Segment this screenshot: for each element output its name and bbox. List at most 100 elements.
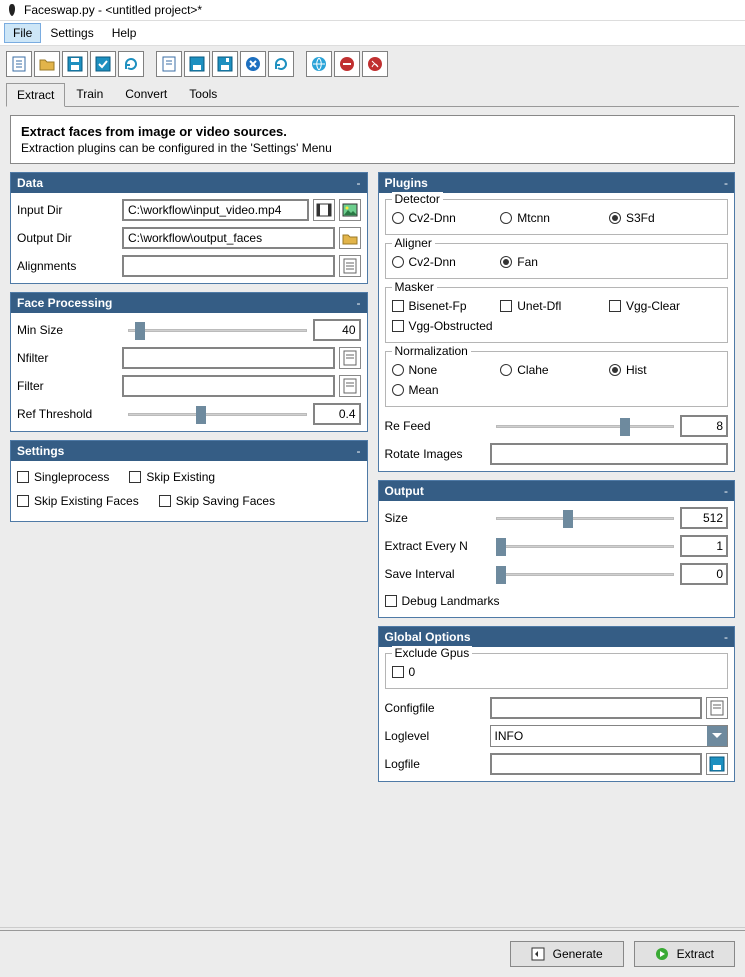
radio-detector-s3fd[interactable]: S3Fd	[609, 208, 718, 228]
input-dir-image-icon[interactable]	[339, 199, 361, 221]
panel-face-processing: Face Processing- Min Size Nfilter	[10, 292, 368, 432]
radio-norm-mean[interactable]: Mean	[392, 380, 501, 400]
tab-content: Extract faces from image or video source…	[6, 106, 739, 927]
radio-norm-hist[interactable]: Hist	[609, 360, 718, 380]
panel-plugins-title: Plugins	[385, 176, 428, 190]
collapse-icon[interactable]: -	[357, 296, 361, 310]
toolbar-record-icon[interactable]	[334, 51, 360, 77]
toolbar-saveall-icon[interactable]	[90, 51, 116, 77]
loglevel-label: Loglevel	[385, 729, 490, 743]
tab-extract[interactable]: Extract	[6, 83, 65, 107]
radio-aligner-fan[interactable]: Fan	[500, 252, 609, 272]
toolbar-new-icon[interactable]	[6, 51, 32, 77]
panel-settings-title: Settings	[17, 444, 64, 458]
toolbar-open-icon[interactable]	[34, 51, 60, 77]
min-size-value[interactable]	[313, 319, 361, 341]
collapse-icon[interactable]: -	[357, 444, 361, 458]
toolbar-globe-icon[interactable]	[306, 51, 332, 77]
description-heading: Extract faces from image or video source…	[21, 124, 724, 139]
toolbar-close-icon[interactable]	[240, 51, 266, 77]
refeed-label: Re Feed	[385, 419, 490, 433]
check-masker-vggobs[interactable]: Vgg-Obstructed	[392, 316, 557, 336]
extract-button[interactable]: Extract	[634, 941, 735, 967]
size-slider[interactable]	[496, 508, 675, 528]
radio-norm-none[interactable]: None	[392, 360, 501, 380]
output-dir-browse-icon[interactable]	[339, 227, 361, 249]
size-value[interactable]	[680, 507, 728, 529]
save-interval-value[interactable]	[680, 563, 728, 585]
configfile-label: Configfile	[385, 701, 490, 715]
ref-threshold-slider[interactable]	[128, 404, 307, 424]
ref-threshold-label: Ref Threshold	[17, 407, 122, 421]
toolbar-refresh2-icon[interactable]	[268, 51, 294, 77]
fieldset-detector: Detector Cv2-Dnn Mtcnn S3Fd	[385, 199, 729, 235]
extract-every-value[interactable]	[680, 535, 728, 557]
input-dir-label: Input Dir	[17, 203, 122, 217]
save-interval-slider[interactable]	[496, 564, 675, 584]
output-dir-label: Output Dir	[17, 231, 122, 245]
collapse-icon[interactable]: -	[357, 176, 361, 190]
check-masker-bisenet[interactable]: Bisenet-Fp	[392, 296, 501, 316]
collapse-icon[interactable]: -	[724, 630, 728, 644]
radio-aligner-cv2[interactable]: Cv2-Dnn	[392, 252, 501, 272]
tab-train[interactable]: Train	[65, 82, 114, 106]
output-dir-field[interactable]	[122, 227, 335, 249]
logfile-field[interactable]	[490, 753, 703, 775]
check-masker-vggclear[interactable]: Vgg-Clear	[609, 296, 718, 316]
menu-settings[interactable]: Settings	[41, 23, 102, 43]
toolbar-save2-icon[interactable]	[184, 51, 210, 77]
nfilter-field[interactable]	[122, 347, 335, 369]
check-gpu-0[interactable]: 0	[392, 662, 722, 682]
chevron-down-icon	[707, 726, 727, 746]
toolbar-save3-icon[interactable]	[212, 51, 238, 77]
nfilter-browse-icon[interactable]	[339, 347, 361, 369]
ref-threshold-value[interactable]	[313, 403, 361, 425]
toolbar-stop-icon[interactable]	[362, 51, 388, 77]
check-skip-existing-faces[interactable]: Skip Existing Faces	[17, 491, 159, 511]
radio-detector-mtcnn[interactable]: Mtcnn	[500, 208, 609, 228]
input-dir-video-icon[interactable]	[313, 199, 335, 221]
check-skip-existing[interactable]: Skip Existing	[129, 467, 235, 487]
radio-norm-clahe[interactable]: Clahe	[500, 360, 609, 380]
toolbar-save-icon[interactable]	[62, 51, 88, 77]
min-size-slider[interactable]	[128, 320, 307, 340]
configfile-browse-icon[interactable]	[706, 697, 728, 719]
refeed-value[interactable]	[680, 415, 728, 437]
tab-convert[interactable]: Convert	[114, 82, 178, 106]
check-singleprocess[interactable]: Singleprocess	[17, 467, 129, 487]
fieldset-normalization: Normalization None Clahe Hist Mean	[385, 351, 729, 407]
min-size-label: Min Size	[17, 323, 122, 337]
configfile-field[interactable]	[490, 697, 703, 719]
refeed-slider[interactable]	[496, 416, 675, 436]
panel-output-title: Output	[385, 484, 424, 498]
check-debug-landmarks[interactable]: Debug Landmarks	[385, 591, 729, 611]
filter-browse-icon[interactable]	[339, 375, 361, 397]
check-skip-saving-faces[interactable]: Skip Saving Faces	[159, 491, 295, 511]
input-dir-field[interactable]	[122, 199, 309, 221]
filter-label: Filter	[17, 379, 122, 393]
description-sub: Extraction plugins can be configured in …	[21, 141, 724, 155]
toolbar-doc-icon[interactable]	[156, 51, 182, 77]
loglevel-value: INFO	[491, 729, 708, 743]
collapse-icon[interactable]: -	[724, 176, 728, 190]
extract-every-slider[interactable]	[496, 536, 675, 556]
panel-plugins: Plugins - Detector Cv2-Dnn Mtcnn S3Fd Ali…	[378, 172, 736, 472]
fieldset-masker: Masker Bisenet-Fp Unet-Dfl Vgg-Clear Vgg…	[385, 287, 729, 343]
loglevel-select[interactable]: INFO	[490, 725, 729, 747]
rotate-field[interactable]	[490, 443, 729, 465]
menu-help[interactable]: Help	[103, 23, 146, 43]
alignments-field[interactable]	[122, 255, 335, 277]
check-masker-unet[interactable]: Unet-Dfl	[500, 296, 609, 316]
radio-detector-cv2[interactable]: Cv2-Dnn	[392, 208, 501, 228]
panel-output: Output- Size Extract Every N Save Interv…	[378, 480, 736, 618]
panel-data-title: Data	[17, 176, 43, 190]
aligner-legend: Aligner	[392, 236, 435, 250]
menu-file[interactable]: File	[4, 23, 41, 43]
collapse-icon[interactable]: -	[724, 484, 728, 498]
generate-button[interactable]: Generate	[510, 941, 624, 967]
alignments-browse-icon[interactable]	[339, 255, 361, 277]
toolbar-refresh-icon[interactable]	[118, 51, 144, 77]
tab-tools[interactable]: Tools	[178, 82, 228, 106]
filter-field[interactable]	[122, 375, 335, 397]
logfile-save-icon[interactable]	[706, 753, 728, 775]
